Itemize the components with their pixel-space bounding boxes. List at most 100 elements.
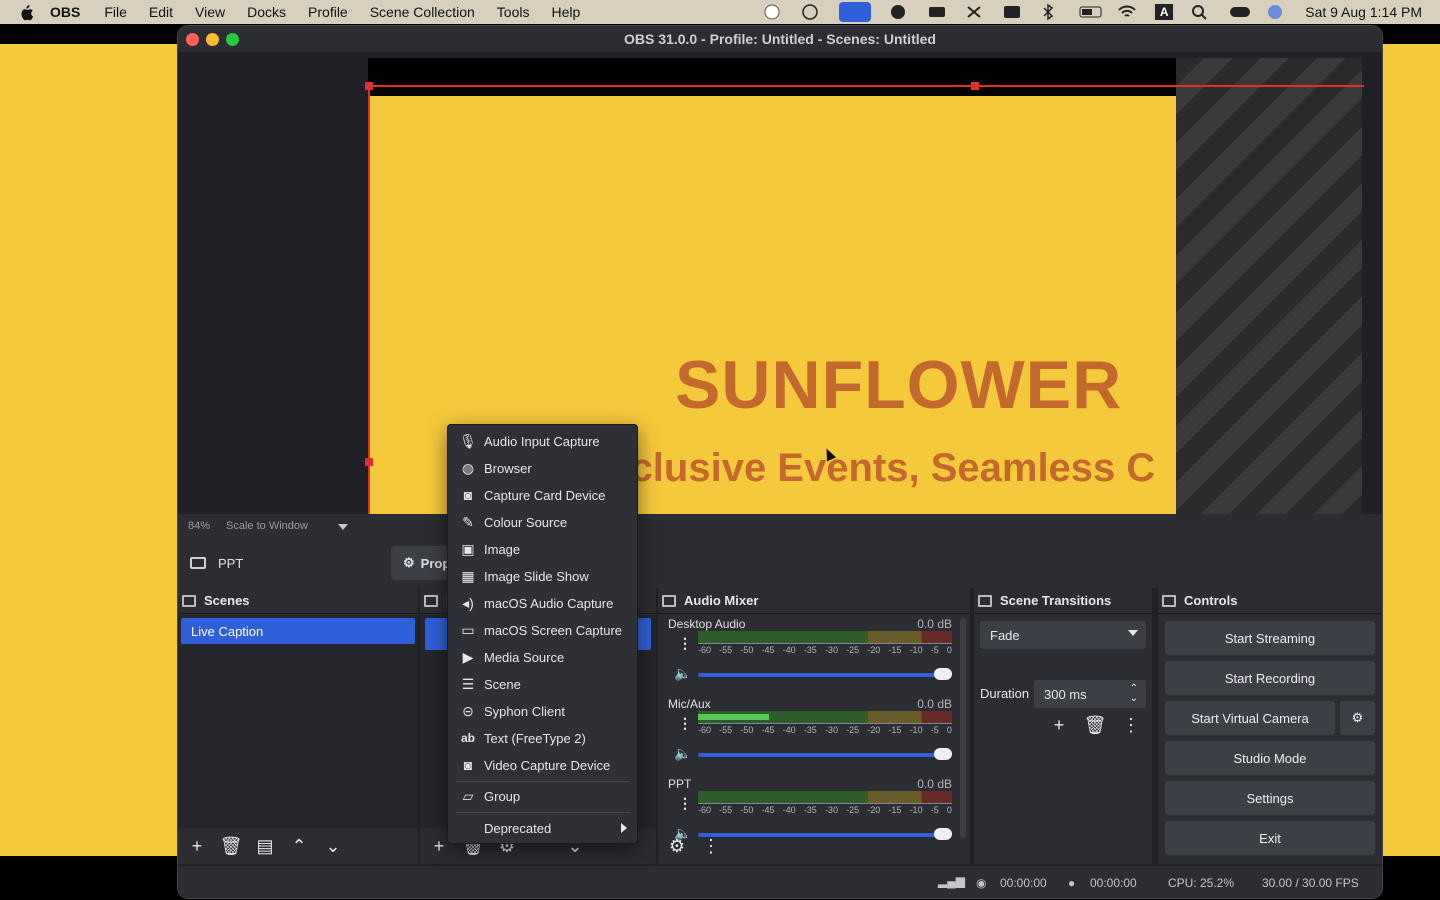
expand-icon[interactable] bbox=[965, 4, 985, 20]
transition-select[interactable]: Fade bbox=[980, 621, 1146, 649]
kebab-menu-icon[interactable]: ⋮ bbox=[678, 795, 692, 812]
menu-scene-collection[interactable]: Scene Collection bbox=[370, 4, 475, 20]
menu-file[interactable]: File bbox=[104, 4, 127, 20]
kebab-menu-icon[interactable]: ⋮ bbox=[1120, 714, 1142, 736]
menu-item-media-source[interactable]: ▶ Media Source bbox=[448, 645, 637, 669]
virtual-camera-settings-button[interactable]: ⚙ bbox=[1340, 701, 1375, 735]
menu-item-image-slide-show[interactable]: ▦ Image Slide Show bbox=[448, 564, 637, 588]
spin-arrows-icon[interactable]: ⌃ ⌄ bbox=[1130, 684, 1138, 704]
add-scene-button[interactable]: + bbox=[186, 835, 208, 857]
menu-clock[interactable]: Sat 9 Aug 1:14 PM bbox=[1305, 4, 1422, 20]
apple-icon[interactable] bbox=[16, 2, 36, 22]
bluetooth-icon[interactable] bbox=[1041, 3, 1061, 21]
exit-button[interactable]: Exit bbox=[1165, 821, 1375, 855]
advanced-audio-icon[interactable]: ⚙ bbox=[666, 835, 688, 857]
menu-profile[interactable]: Profile bbox=[308, 4, 348, 20]
menu-help[interactable]: Help bbox=[551, 4, 580, 20]
menu-item-macos-audio-capture[interactable]: ◂) macOS Audio Capture bbox=[448, 591, 637, 615]
menu-item-capture-card-device[interactable]: ◙ Capture Card Device bbox=[448, 483, 637, 507]
meter-scale: -60 -55 -50 -45 -40 -35 -30 -25 -20 -15 -10 -5 0 bbox=[698, 803, 952, 815]
speaker-icon[interactable]: 🔈 bbox=[674, 745, 691, 762]
wifi-icon[interactable] bbox=[1117, 4, 1137, 20]
start-recording-button[interactable]: Start Recording bbox=[1165, 661, 1375, 695]
kebab-menu-icon[interactable]: ⋮ bbox=[700, 835, 722, 857]
menu-edit[interactable]: Edit bbox=[149, 4, 173, 20]
volume-slider-handle[interactable] bbox=[934, 748, 952, 760]
menu-item-scene[interactable]: ☰ Scene bbox=[448, 672, 637, 696]
menu-item-audio-input-capture[interactable]: 🎙 Audio Input Capture bbox=[448, 429, 637, 453]
scene-item-live-caption[interactable]: Live Caption bbox=[181, 618, 415, 644]
search-icon[interactable] bbox=[1191, 4, 1211, 20]
menu-item-video-capture-device[interactable]: ◙ Video Capture Device bbox=[448, 753, 637, 777]
screen-share-icon[interactable] bbox=[839, 2, 872, 22]
dock-icon bbox=[1162, 594, 1176, 607]
menu-docks[interactable]: Docks bbox=[247, 4, 286, 20]
close-button[interactable] bbox=[186, 33, 199, 46]
menu-tools[interactable]: Tools bbox=[497, 4, 530, 20]
meter-level bbox=[698, 714, 770, 720]
battery-widget-icon[interactable] bbox=[927, 4, 947, 20]
menu-item-syphon-client[interactable]: ⊝ Syphon Client bbox=[448, 699, 637, 723]
chat-icon[interactable] bbox=[889, 4, 909, 20]
selection-handle-left[interactable] bbox=[365, 458, 373, 466]
settings-button[interactable]: Settings bbox=[1165, 781, 1375, 815]
start-virtual-camera-button[interactable]: Start Virtual Camera bbox=[1165, 701, 1335, 735]
add-transition-button[interactable]: + bbox=[1048, 714, 1070, 736]
trash-icon[interactable]: 🗑 bbox=[220, 835, 243, 857]
menu-separator bbox=[456, 781, 630, 782]
volume-slider-handle[interactable] bbox=[934, 668, 952, 680]
duration-spinbox[interactable]: 300 ms ⌃ ⌄ bbox=[1034, 680, 1146, 708]
menu-item-image[interactable]: ▣ Image bbox=[448, 537, 637, 561]
start-streaming-button[interactable]: Start Streaming bbox=[1165, 621, 1375, 655]
kebab-menu-icon[interactable]: ⋮ bbox=[678, 635, 692, 652]
siri-icon[interactable] bbox=[1267, 4, 1287, 20]
menu-item-colour-source[interactable]: ✎ Colour Source bbox=[448, 510, 637, 534]
monitor-icon: ▭ bbox=[461, 621, 475, 638]
timer-icon[interactable] bbox=[801, 4, 821, 20]
meter-tick: -15 bbox=[888, 645, 902, 655]
meter-tick: -30 bbox=[824, 645, 838, 655]
move-up-icon[interactable]: ⌃ bbox=[288, 835, 310, 857]
mixer-scrollbar[interactable] bbox=[960, 618, 966, 838]
battery-icon[interactable] bbox=[1079, 4, 1102, 20]
scale-mode-dropdown[interactable]: Scale to Window bbox=[226, 520, 349, 532]
trash-icon[interactable]: 🗑 bbox=[1084, 714, 1107, 736]
camera-icon: ◙ bbox=[463, 757, 473, 773]
meter-tick: -50 bbox=[740, 645, 754, 655]
control-center-icon[interactable] bbox=[1229, 4, 1251, 20]
volume-slider[interactable] bbox=[698, 673, 952, 677]
volume-slider[interactable] bbox=[698, 753, 952, 757]
kebab-menu-icon[interactable]: ⋮ bbox=[678, 715, 692, 732]
menu-view[interactable]: View bbox=[195, 4, 225, 20]
record-icon[interactable] bbox=[763, 4, 783, 20]
menu-item-label: Audio Input Capture bbox=[484, 433, 600, 449]
selection-handle-top[interactable] bbox=[971, 82, 979, 90]
chevron-right-icon bbox=[621, 823, 627, 833]
menu-item-text-freetype-2[interactable]: ab Text (FreeType 2) bbox=[448, 726, 637, 750]
menu-item-deprecated[interactable]: Deprecated bbox=[448, 816, 637, 840]
meter-tick: -10 bbox=[909, 645, 923, 655]
filter-icon[interactable]: ▤ bbox=[254, 835, 276, 857]
menu-item-group[interactable]: ▱ Group bbox=[448, 784, 637, 808]
menu-item-label: Scene bbox=[484, 676, 521, 692]
zoom-button[interactable] bbox=[226, 33, 239, 46]
scale-mode-label: Scale to Window bbox=[226, 520, 308, 532]
volume-meter bbox=[698, 631, 952, 643]
syphon-icon: ⊝ bbox=[462, 702, 474, 719]
input-source-icon[interactable]: A bbox=[1155, 4, 1174, 20]
scenes-dock: Scenes Live Caption + 🗑 ▤ ⌃ ⌄ bbox=[178, 588, 418, 864]
move-down-icon[interactable]: ⌄ bbox=[322, 835, 344, 857]
minimize-button[interactable] bbox=[206, 33, 219, 46]
menu-app-name[interactable]: OBS bbox=[50, 4, 80, 20]
transitions-header: Scene Transitions bbox=[974, 588, 1152, 614]
preview-area[interactable]: SUNFLOWER Inclusive Events, Seamless C bbox=[178, 52, 1382, 545]
photo-icon[interactable] bbox=[1003, 4, 1023, 20]
menu-item-label: Browser bbox=[484, 460, 532, 476]
studio-mode-button[interactable]: Studio Mode bbox=[1165, 741, 1375, 775]
menu-item-browser[interactable]: ◍ Browser bbox=[448, 456, 637, 480]
menu-item-macos-screen-capture[interactable]: ▭ macOS Screen Capture bbox=[448, 618, 637, 642]
meter-tick: -15 bbox=[888, 805, 902, 815]
meter-tick: -25 bbox=[846, 805, 860, 815]
selection-handle-tl[interactable] bbox=[365, 82, 373, 90]
speaker-icon[interactable]: 🔈 bbox=[674, 665, 691, 682]
